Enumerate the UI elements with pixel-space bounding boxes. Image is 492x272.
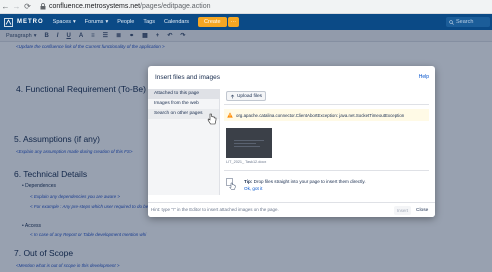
chevron-down-icon: ▾ [73, 19, 76, 25]
divider [224, 104, 429, 105]
divider [224, 170, 429, 171]
url-path: /pages/editpage.action [140, 3, 211, 10]
back-icon[interactable]: ← [0, 2, 11, 11]
help-link[interactable]: Help [419, 74, 429, 80]
lock-icon[interactable] [39, 3, 46, 10]
upload-icon [230, 94, 235, 98]
browser-toolbar: ← → ⟳ confluence.metrosystems.net/pages/… [0, 0, 492, 14]
search-input[interactable]: Search [446, 17, 490, 27]
tip-dismiss-link[interactable]: Ok, got it [244, 186, 262, 191]
nav-people[interactable]: People [117, 19, 134, 25]
dialog-footer: Hint: type "!" in the Editor to insert a… [148, 202, 435, 217]
reload-icon[interactable]: ⟳ [22, 2, 33, 11]
warning-icon [227, 112, 233, 118]
app-header: METRO Spaces ▾ Forums ▾ People Tags Calend… [0, 14, 492, 30]
upload-files-button[interactable]: Upload files [226, 91, 266, 101]
nav-spaces-label: Spaces [52, 19, 72, 25]
address-bar[interactable]: confluence.metrosystems.net/pages/editpa… [49, 3, 211, 10]
dialog-sidebar: Attached to this page Images from the we… [148, 89, 220, 195]
create-button[interactable]: Create [198, 17, 227, 27]
insert-button[interactable]: Insert [394, 206, 411, 215]
footer-hint: Hint: type "!" in the Editor to insert a… [151, 207, 279, 212]
chevron-down-icon: ▾ [105, 19, 109, 25]
upload-files-label: Upload files [236, 93, 263, 99]
attachment-filename: LIT_2021_ Task12.docx [226, 160, 267, 164]
close-button[interactable]: Close [416, 206, 428, 215]
drag-drop-icon [226, 178, 236, 190]
url-domain: confluence.metrosystems.net [49, 3, 141, 10]
tip-body: Drop files straight into your page to in… [253, 179, 366, 184]
thumbnail-line [234, 143, 256, 144]
create-more-button[interactable]: ··· [227, 17, 240, 27]
search-placeholder: Search [456, 19, 474, 25]
nav-forums[interactable]: Forums ▾ [85, 19, 108, 25]
forward-icon[interactable]: → [11, 2, 22, 11]
error-message: org.apache.catalina.connector.ClientAbor… [224, 109, 429, 121]
app-logo-icon[interactable] [4, 17, 13, 27]
search-icon [449, 19, 454, 25]
thumbnail-line [234, 140, 264, 141]
nav-forums-label: Forums [84, 19, 104, 25]
tip-message: Tip: Drop files straight into your page … [244, 179, 366, 184]
tip-label: Tip: [244, 179, 253, 184]
thumbnail-line [234, 146, 260, 147]
dialog-title: Insert files and images [155, 74, 221, 81]
nav-tags[interactable]: Tags [143, 19, 155, 25]
insert-files-dialog: Insert files and images Help Attached to… [148, 66, 435, 217]
sidebar-item-web-images[interactable]: Images from the web [148, 99, 219, 109]
attachment-thumbnail[interactable] [226, 128, 272, 158]
brand-logo[interactable]: METRO [17, 19, 44, 25]
error-text: org.apache.catalina.connector.ClientAbor… [236, 112, 405, 118]
nav-spaces[interactable]: Spaces ▾ [53, 19, 76, 25]
sidebar-item-attached[interactable]: Attached to this page [148, 89, 219, 99]
nav-calendars[interactable]: Calendars [164, 19, 189, 25]
hand-cursor-icon [207, 113, 217, 125]
